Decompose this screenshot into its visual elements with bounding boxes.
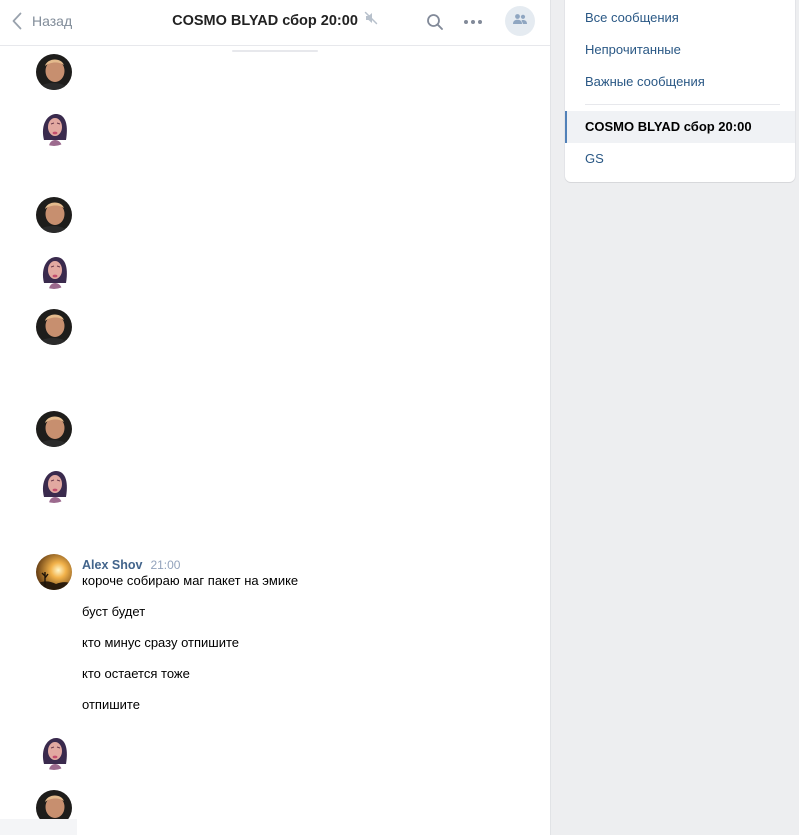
avatar-female[interactable]: [36, 110, 72, 146]
message-text: отпишите: [82, 697, 140, 712]
avatar-female[interactable]: [36, 734, 72, 770]
search-icon[interactable]: [423, 10, 447, 34]
avatar-male[interactable]: [36, 411, 72, 447]
avatar-female[interactable]: [36, 253, 72, 289]
date-divider: [232, 50, 318, 52]
chat-panel: Назад COSMO BLYAD сбор 20:00 Alex Shov 2…: [0, 0, 551, 835]
members-icon: [512, 12, 528, 30]
avatar-alex-shov[interactable]: [36, 554, 72, 590]
message-author-line: Alex Shov 21:00: [82, 556, 180, 574]
chat-item-gs[interactable]: GS: [565, 143, 795, 175]
avatar-female[interactable]: [36, 467, 72, 503]
filter-important[interactable]: Важные сообщения: [565, 66, 795, 98]
message-text: кто минус сразу отпишите: [82, 635, 239, 650]
composer-edge: [0, 819, 77, 835]
message-text: буст будет: [82, 604, 146, 619]
menu-divider: [585, 104, 780, 105]
chat-title-text: COSMO BLYAD сбор 20:00: [172, 12, 358, 29]
muted-speaker-icon: [364, 11, 378, 29]
message-text: кто остается тоже: [82, 666, 190, 681]
more-icon[interactable]: [461, 10, 485, 34]
chat-item-cosmo-blyad[interactable]: COSMO BLYAD сбор 20:00: [565, 111, 795, 143]
filter-all-messages[interactable]: Все сообщения: [565, 2, 795, 34]
message-author[interactable]: Alex Shov: [82, 558, 142, 572]
avatar-male[interactable]: [36, 309, 72, 345]
avatar-male[interactable]: [36, 197, 72, 233]
message-text: короче собираю маг пакет на эмике: [82, 573, 299, 588]
chat-header: Назад COSMO BLYAD сбор 20:00: [0, 0, 550, 46]
message-time[interactable]: 21:00: [150, 558, 180, 572]
avatar-male[interactable]: [36, 54, 72, 90]
messages-filter-menu: Все сообщения Непрочитанные Важные сообщ…: [565, 0, 795, 182]
filter-unread[interactable]: Непрочитанные: [565, 34, 795, 66]
members-button[interactable]: [505, 6, 535, 36]
